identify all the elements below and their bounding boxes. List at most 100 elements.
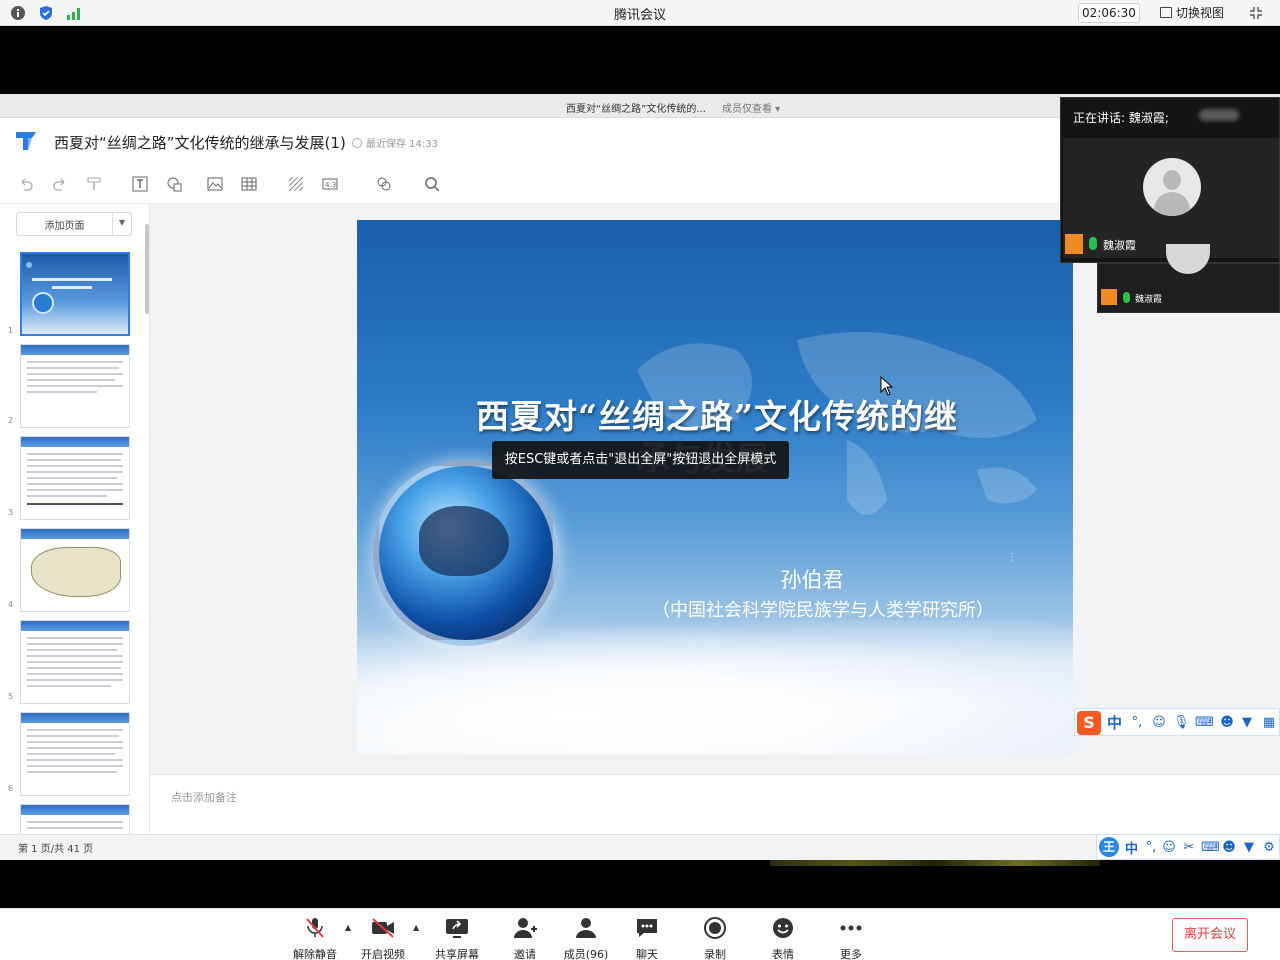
page-counter: 第 1 页/共 41 页 [18, 844, 94, 855]
saved-check-icon [352, 138, 362, 148]
thumbnail-number: 1 [8, 326, 14, 335]
add-person-icon [514, 918, 537, 938]
keyboard-icon[interactable]: ⌨ [1195, 715, 1214, 731]
reaction-button[interactable]: 表情 [753, 915, 813, 960]
status-bar: 第 1 页/共 41 页 [0, 834, 1280, 860]
share-screen-button[interactable]: 共享屏幕 [427, 915, 487, 960]
meeting-control-bar: 解除静音 ▲ 开启视频 ▲ 共享屏幕 邀请 成员(96) 聊天 录制 表情 更多… [0, 908, 1280, 960]
chat-button[interactable]: 聊天 [617, 915, 677, 960]
start-video-button[interactable]: 开启视频 [353, 915, 413, 960]
ime-language-toggle[interactable]: 中 [1107, 712, 1122, 733]
slide-thumbnail[interactable] [20, 804, 130, 834]
table-icon[interactable] [241, 176, 257, 192]
more-dots-icon: ⋮ [1007, 552, 1017, 563]
thumbnail-scrollbar[interactable] [145, 224, 149, 314]
record-button[interactable]: 录制 [685, 915, 745, 960]
shape-icon[interactable] [166, 176, 182, 192]
settings-icon[interactable]: ⚙ [1261, 840, 1277, 856]
slide-thumbnail[interactable] [20, 252, 130, 336]
save-status: 最近保存 14:33 [352, 135, 438, 150]
format-painter-icon[interactable] [86, 176, 102, 192]
aspect-ratio-icon[interactable]: 4:3 [322, 176, 338, 192]
skin-icon[interactable]: ▼ [1241, 840, 1257, 856]
add-page-button[interactable]: 添加页面 ▼ [16, 212, 132, 236]
globe-graphic [373, 460, 559, 646]
switch-view-button[interactable]: 切换视图 [1160, 4, 1224, 21]
slide-thumbnail[interactable] [20, 620, 130, 704]
ime-toolbar[interactable]: S 中 °, ☺ 🎙 ⌨ ☻ ▼ ▦ [1074, 708, 1280, 736]
thumbnail-number: 6 [8, 784, 14, 793]
member-permission-dropdown: 成员仅查看 ▾ [722, 104, 781, 115]
microphone-icon [1123, 292, 1130, 303]
skin-icon[interactable]: ▼ [1239, 715, 1255, 731]
exit-fullscreen-icon[interactable] [1249, 6, 1263, 20]
background-strip [770, 860, 1100, 866]
avatar [1143, 158, 1201, 216]
sogou-logo-icon[interactable]: S [1077, 711, 1101, 735]
voice-icon[interactable]: 🎙 [1173, 715, 1190, 731]
punctuation-icon[interactable]: °, [1143, 840, 1159, 856]
thumbnail-number: 3 [8, 508, 14, 517]
thumbnail-number: 5 [8, 692, 14, 701]
microphone-icon [1089, 237, 1097, 250]
user-avatar-icon [1101, 289, 1117, 305]
start-video-label: 开启视频 [361, 948, 405, 960]
svg-text:4:3: 4:3 [325, 181, 336, 189]
document-tab-title: 西夏对“丝绸之路”文化传统的... [566, 104, 706, 115]
more-label: 更多 [840, 948, 862, 960]
image-icon[interactable] [207, 176, 223, 192]
undo-icon[interactable] [18, 176, 34, 192]
current-slide[interactable]: 西夏对“丝绸之路”文化传统的继 承与发展 孙伯君 （中国社会科学院民族学与人类学… [357, 220, 1073, 754]
participant-video-tile[interactable]: 魏淑霞 [1063, 138, 1279, 258]
slide-thumbnail[interactable] [20, 712, 130, 796]
add-page-dropdown-icon[interactable]: ▼ [119, 218, 125, 227]
slide-thumbnail[interactable] [20, 344, 130, 428]
save-status-text: 最近保存 14:33 [366, 139, 438, 150]
video-options-caret-icon[interactable]: ▲ [413, 923, 419, 932]
camera-off-icon [372, 918, 394, 938]
unmute-button[interactable]: 解除静音 [285, 915, 345, 960]
emoji-icon[interactable]: ☺ [1151, 715, 1167, 731]
add-page-label: 添加页面 [44, 221, 85, 232]
slide-affiliation: （中国社会科学院民族学与人类学研究所） [652, 600, 994, 621]
user-icon[interactable]: ☻ [1221, 840, 1237, 856]
slide-title: 西夏对“丝绸之路”文化传统的继 [476, 397, 958, 436]
emoji-icon[interactable]: ☺ [1161, 840, 1177, 856]
audio-options-caret-icon[interactable]: ▲ [345, 923, 351, 932]
title-bar: 腾讯会议 02:06:30 切换视图 [0, 0, 1280, 26]
notes-area[interactable]: 点击添加备注 [150, 774, 1280, 834]
ime-logo-icon[interactable]: 王 [1099, 837, 1119, 857]
text-box-icon[interactable] [132, 176, 148, 192]
switch-view-icon [1160, 7, 1172, 18]
microphone-muted-icon [306, 918, 324, 938]
smiley-icon [773, 918, 793, 938]
participant-video-tile-2[interactable]: 魏淑霞 [1097, 244, 1280, 313]
search-icon[interactable] [424, 176, 440, 192]
ime-toolbar-secondary[interactable]: 王 中 °, ☺ ✂ ⌨ ☻ ▼ ⚙ [1096, 834, 1280, 860]
members-icon [576, 918, 596, 938]
ime-language-toggle[interactable]: 中 [1125, 838, 1138, 857]
toolbox-icon[interactable]: ▦ [1261, 715, 1277, 731]
tencent-docs-logo-icon [16, 132, 36, 150]
slide-thumbnail[interactable] [20, 528, 130, 612]
active-speaker-label: 正在讲话: 魏淑霞; [1073, 111, 1169, 125]
slide-author: 孙伯君 [780, 568, 844, 592]
slide-thumbnail[interactable] [20, 436, 130, 520]
participant-name: 魏淑霞 [1135, 295, 1163, 305]
redo-icon[interactable] [52, 176, 68, 192]
thumbnail-number: 4 [8, 600, 14, 609]
document-title: 西夏对“丝绸之路”文化传统的继承与发展(1) [54, 134, 346, 152]
background-icon[interactable] [288, 176, 304, 192]
scissors-icon[interactable]: ✂ [1181, 840, 1197, 856]
punctuation-icon[interactable]: °, [1129, 715, 1145, 731]
more-dots-icon [840, 925, 862, 931]
notes-placeholder: 点击添加备注 [171, 791, 237, 804]
switch-view-label: 切换视图 [1176, 6, 1225, 20]
leave-meeting-button[interactable]: 离开会议 [1172, 918, 1248, 952]
keyboard-icon[interactable]: ⌨ [1201, 840, 1220, 856]
avatar [1166, 244, 1210, 274]
user-icon[interactable]: ☻ [1219, 715, 1235, 731]
more-button[interactable]: 更多 [821, 915, 881, 960]
speaker-video-panel[interactable]: 正在讲话: 魏淑霞; 魏淑霞 [1060, 97, 1280, 263]
insert-shape-icon[interactable] [376, 176, 392, 192]
